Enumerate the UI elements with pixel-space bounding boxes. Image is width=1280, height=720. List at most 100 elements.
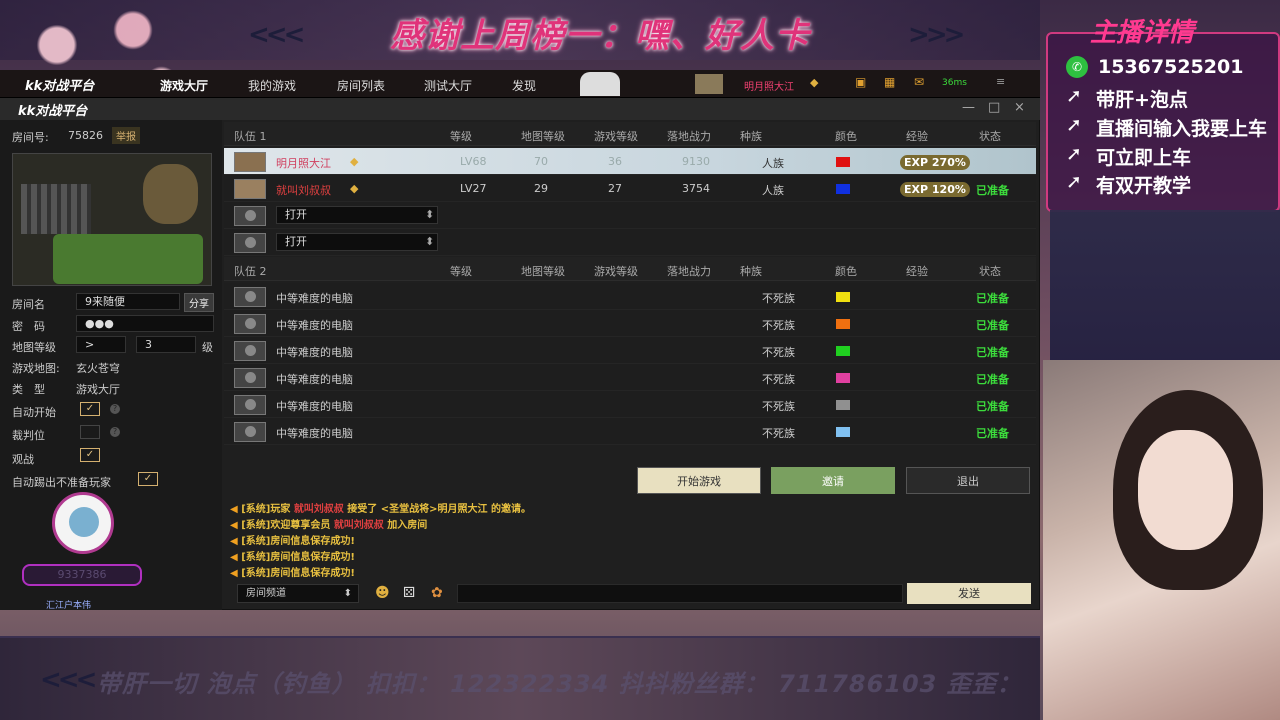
- arrow-icon: ➚: [1066, 85, 1082, 107]
- maximize-icon[interactable]: □: [988, 100, 1000, 115]
- help-icon[interactable]: ?: [110, 404, 120, 414]
- start-game-button[interactable]: 开始游戏: [637, 467, 761, 494]
- shop-icon[interactable]: ▣: [855, 75, 866, 89]
- color-swatch[interactable]: [836, 319, 850, 329]
- dice-icon[interactable]: ⚄: [403, 585, 415, 601]
- mascot-icon: [580, 72, 620, 96]
- speaker-icon: ◀: [230, 552, 238, 563]
- computer-row[interactable]: 中等难度的电脑 不死族 已准备: [224, 364, 1036, 391]
- quit-button[interactable]: 退出: [906, 467, 1030, 494]
- spectate-checkbox[interactable]: ✓: [80, 448, 100, 462]
- password-label: 密 码: [12, 320, 45, 333]
- computer-row[interactable]: 中等难度的电脑 不死族 已准备: [224, 283, 1036, 310]
- invite-button[interactable]: 邀请: [771, 467, 895, 494]
- player-name[interactable]: 就叫刘叔叔: [276, 182, 331, 198]
- channel-select[interactable]: 房间频道 ⬍: [237, 584, 359, 603]
- color-swatch[interactable]: [836, 400, 850, 410]
- nav-tab-lobby[interactable]: 游戏大厅: [160, 77, 208, 94]
- room-id: 75826: [68, 129, 103, 142]
- nav-tab-discover[interactable]: 发现: [512, 77, 536, 94]
- gift-icon[interactable]: ✿: [431, 585, 443, 601]
- status-badge: 已准备: [976, 400, 1009, 413]
- chat-input-bar: 房间频道 ⬍ ☻ ⚄ ✿ 发送: [225, 583, 1037, 605]
- exp-badge: EXP 270%: [900, 155, 970, 170]
- player-name[interactable]: 明月照大江: [276, 155, 331, 171]
- color-swatch[interactable]: [836, 184, 850, 194]
- platform-logo: kk对战平台: [25, 79, 95, 94]
- color-swatch[interactable]: [836, 346, 850, 356]
- share-button[interactable]: 分享: [184, 293, 214, 312]
- map-level-value-input[interactable]: 3: [136, 336, 196, 353]
- menu-icon[interactable]: ≡: [996, 75, 1005, 88]
- computer-row[interactable]: 中等难度的电脑 不死族 已准备: [224, 418, 1036, 445]
- player-row[interactable]: 明月照大江 ◆ LV68 70 36 9130 人族 EXP 270%: [224, 148, 1036, 175]
- player-race: 不死族: [762, 400, 795, 413]
- slot-status-select[interactable]: 打开 ⬍: [276, 233, 438, 251]
- owner-name: 汇江户本伟: [46, 601, 92, 611]
- room-name-label: 房间名: [12, 298, 45, 311]
- map-level-unit: 级: [202, 341, 213, 354]
- player-race: 不死族: [762, 427, 795, 440]
- color-swatch[interactable]: [836, 292, 850, 302]
- user-name[interactable]: 明月照大江: [744, 78, 794, 93]
- close-icon[interactable]: ×: [1014, 100, 1025, 115]
- send-button[interactable]: 发送: [907, 583, 1031, 604]
- mail-icon[interactable]: ✉: [914, 75, 924, 89]
- col-exp: 经验: [906, 130, 928, 143]
- slot-status-select[interactable]: 打开 ⬍: [276, 206, 438, 224]
- auto-start-label: 自动开始: [12, 406, 56, 419]
- judge-checkbox[interactable]: [80, 425, 100, 439]
- player-race: 不死族: [762, 373, 795, 386]
- window-logo: kk对战平台: [18, 104, 88, 119]
- vip-diamond-icon: ◆: [810, 76, 819, 89]
- empty-slot-icon: [234, 233, 266, 253]
- room-name-input[interactable]: 9来随便: [76, 293, 180, 310]
- nav-tab-room-list[interactable]: 房间列表: [337, 77, 385, 94]
- player-name: 中等难度的电脑: [276, 427, 353, 440]
- nav-tab-my-games[interactable]: 我的游戏: [248, 77, 296, 94]
- ping-indicator: 36ms: [942, 78, 967, 88]
- computer-row[interactable]: 中等难度的电脑 不死族 已准备: [224, 337, 1036, 364]
- team1-label: 队伍 1: [234, 130, 267, 143]
- col-map-level: 地图等级: [521, 130, 565, 143]
- chevron-left-icon: <<<: [40, 665, 97, 695]
- map-level-operator-select[interactable]: >: [76, 336, 126, 353]
- auto-start-checkbox[interactable]: ✓: [80, 402, 100, 416]
- color-swatch[interactable]: [836, 157, 850, 167]
- minimize-icon[interactable]: —: [962, 100, 975, 115]
- gift-icon[interactable]: ▦: [884, 75, 895, 89]
- player-race: 不死族: [762, 292, 795, 305]
- arrow-icon: ➚: [1066, 114, 1082, 136]
- computer-row[interactable]: 中等难度的电脑 不死族 已准备: [224, 391, 1036, 418]
- map-buildings: [21, 184, 91, 234]
- computer-row[interactable]: 中等难度的电脑 不死族 已准备: [224, 310, 1036, 337]
- player-row[interactable]: 就叫刘叔叔 ◆ LV27 29 27 3754 人族 EXP 120% 已准备: [224, 175, 1036, 202]
- report-button[interactable]: 举报: [112, 127, 140, 144]
- contact-phone: 15367525201: [1098, 56, 1244, 78]
- map-preview[interactable]: [12, 153, 212, 286]
- status-badge: 已准备: [976, 427, 1009, 440]
- avatar[interactable]: [695, 74, 723, 94]
- chat-message: ◀ [系统]房间信息保存成功!: [230, 568, 355, 579]
- color-swatch[interactable]: [836, 373, 850, 383]
- webcam-face: [1138, 430, 1233, 550]
- help-icon[interactable]: ?: [110, 427, 120, 437]
- nav-tab-test-lobby[interactable]: 测试大厅: [424, 77, 472, 94]
- chat-input[interactable]: [457, 584, 903, 603]
- window-titlebar: kk对战平台: [0, 98, 1040, 120]
- room-id-label: 房间号:: [12, 131, 49, 144]
- auto-kick-checkbox[interactable]: ✓: [138, 472, 158, 486]
- col-game-level: 游戏等级: [594, 130, 638, 143]
- room-owner-avatar[interactable]: [52, 492, 114, 554]
- emoji-icon[interactable]: ☻: [375, 585, 390, 601]
- banner-title: 感谢上周榜一：嘿、好人卡: [390, 16, 810, 56]
- computer-avatar-icon: [234, 314, 266, 334]
- game-map-name: 玄火苍穹: [76, 362, 120, 375]
- info-line: 有双开教学: [1096, 175, 1192, 197]
- select-arrow-icon: ⬍: [425, 208, 435, 221]
- color-swatch[interactable]: [836, 427, 850, 437]
- col-game-level: 游戏等级: [594, 265, 638, 278]
- player-game-level: 27: [608, 182, 622, 195]
- speaker-icon: ◀: [230, 536, 238, 547]
- password-input[interactable]: ●●●: [76, 315, 214, 332]
